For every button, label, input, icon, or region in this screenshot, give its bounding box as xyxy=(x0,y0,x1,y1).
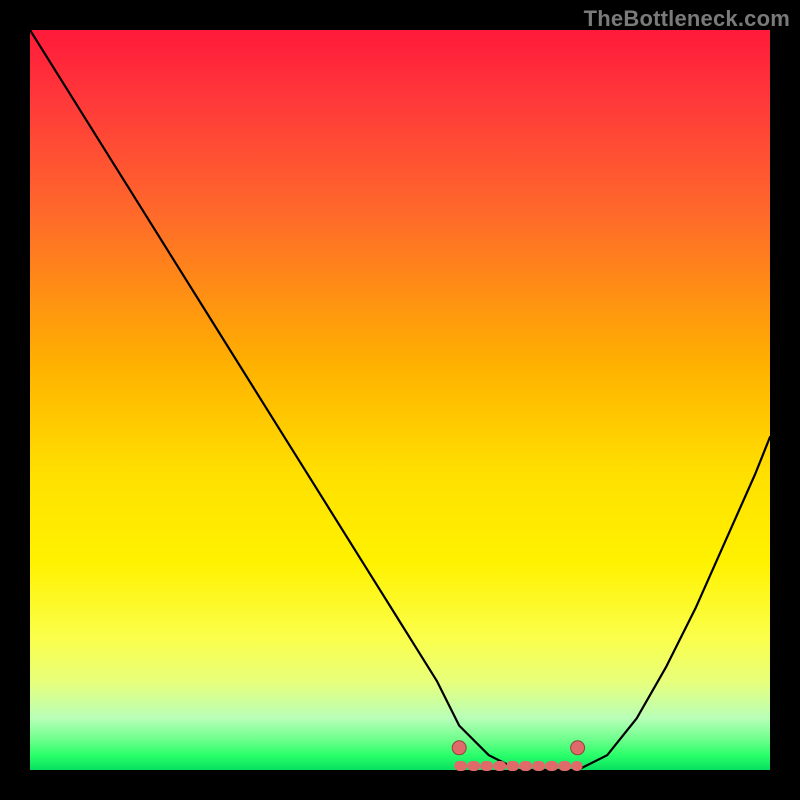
marker-dot-left xyxy=(452,741,466,755)
chart-frame: TheBottleneck.com xyxy=(0,0,800,800)
marker-dot-right xyxy=(571,741,585,755)
curve-svg xyxy=(30,30,770,770)
plot-area xyxy=(30,30,770,770)
bottleneck-curve xyxy=(30,30,770,770)
watermark-text: TheBottleneck.com xyxy=(584,6,790,32)
